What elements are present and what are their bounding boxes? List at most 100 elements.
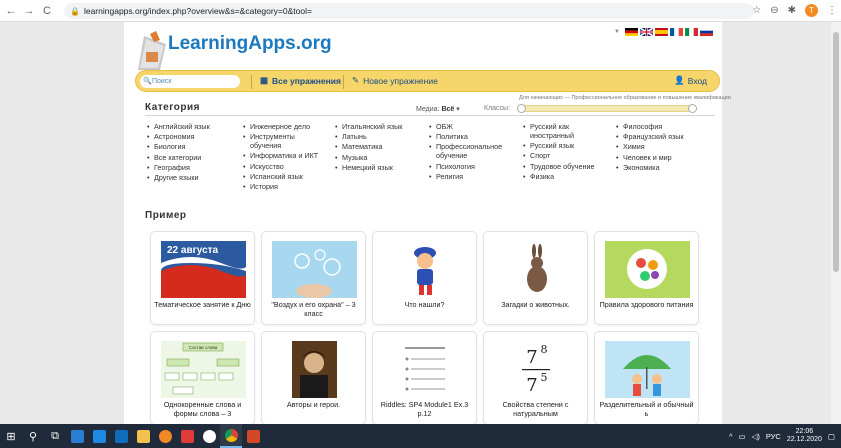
clock[interactable]: 22:06 22.12.2020	[787, 428, 822, 445]
category-link[interactable]: Астрономия	[147, 132, 239, 141]
dropdown-icon[interactable]: ▼	[614, 29, 620, 35]
slider-handle-max[interactable]	[688, 104, 697, 113]
category-link[interactable]: История	[243, 182, 335, 191]
flag-gb-icon[interactable]	[639, 28, 653, 36]
address-bar[interactable]: 🔒 learningapps.org/index.php?overview&s=…	[64, 3, 754, 19]
bookmark-star-icon[interactable]: ☆	[752, 5, 761, 16]
example-card[interactable]: "Воздух и его охрана" – 3 класс	[261, 231, 366, 325]
category-link[interactable]: Спорт	[523, 151, 613, 160]
example-card[interactable]: 7 8 7 5 Свойства степени с натуральным	[483, 331, 588, 425]
windows-start-icon[interactable]: ⊞	[0, 424, 22, 448]
example-card[interactable]: 22 августа Тематическое занятие к Дню	[150, 231, 255, 325]
category-link[interactable]: Инструменты обучения	[243, 132, 313, 150]
category-link[interactable]: Информатика и ИКТ	[243, 151, 335, 160]
network-icon[interactable]: ▭	[738, 432, 745, 441]
category-link[interactable]: Экономика	[616, 163, 716, 172]
category-link[interactable]: Испанский язык	[243, 172, 335, 181]
yandex-browser-icon[interactable]	[198, 424, 220, 448]
category-link[interactable]: Искусство	[243, 162, 335, 171]
category-link[interactable]: Русский язык	[523, 141, 613, 150]
store-icon[interactable]	[88, 424, 110, 448]
example-card[interactable]: Загадки о животных.	[483, 231, 588, 325]
category-link[interactable]: Профессиональное обучение	[429, 142, 514, 160]
windows-taskbar: ⊞ ⚲ ⧉ ^ ▭ ◁) РУС 22:06 22.12.2020 ▢	[0, 424, 841, 448]
divider	[145, 115, 715, 116]
menu-icon[interactable]: ⋮	[827, 5, 837, 16]
example-card[interactable]: Авторы и герои.	[261, 331, 366, 425]
card-title: Riddles: SP4 Module1 Ex.3 p.12	[380, 400, 469, 418]
category-link[interactable]: Религия	[429, 172, 517, 181]
example-card[interactable]: Правила здорового питания	[594, 231, 699, 325]
task-view-icon[interactable]: ⧉	[44, 424, 66, 448]
all-exercises-label: Все упражнения	[272, 75, 341, 86]
category-link[interactable]: Биология	[147, 142, 239, 151]
flag-fr-icon[interactable]	[669, 28, 683, 36]
explorer-folder-icon[interactable]	[132, 424, 154, 448]
language-indicator[interactable]: РУС	[766, 432, 781, 441]
app-orange-icon[interactable]	[154, 424, 176, 448]
flag-de-icon[interactable]	[624, 28, 638, 36]
category-link[interactable]: Английский язык	[147, 122, 239, 131]
notification-icon[interactable]: ▢	[828, 432, 835, 441]
category-link[interactable]: Трудовое обучение	[523, 162, 613, 171]
category-link[interactable]: Инженерное дело	[243, 122, 335, 131]
profile-avatar[interactable]: T	[805, 4, 818, 17]
app-red-icon[interactable]	[176, 424, 198, 448]
category-link[interactable]: Все категории	[147, 153, 239, 162]
back-button[interactable]: ←	[4, 4, 18, 18]
search-icon[interactable]: ⚲	[22, 424, 44, 448]
search-input[interactable]: 🔍 Поиск	[140, 75, 240, 88]
lock-icon: 🔒	[70, 6, 80, 16]
flag-ru-icon[interactable]	[699, 28, 713, 36]
new-exercise-link[interactable]: ✎ Новое упражнение	[352, 75, 438, 86]
category-link[interactable]: Французский язык	[616, 132, 716, 141]
example-card[interactable]: Состав слова Однокоренные слова и формы …	[150, 331, 255, 425]
category-link[interactable]: Человек и мир	[616, 153, 716, 162]
extensions-puzzle-icon[interactable]: ✱	[788, 5, 796, 16]
fraction-denominator-exponent: 5	[541, 371, 548, 384]
chrome-icon[interactable]	[220, 424, 242, 448]
example-card[interactable]: Что нашли?	[372, 231, 477, 325]
power-fraction-thumbnail: 7 8 7 5	[494, 341, 579, 398]
all-exercises-link[interactable]: ▦ Все упражнения	[260, 75, 341, 86]
mail-icon[interactable]	[110, 424, 132, 448]
category-link[interactable]: ОБЖ	[429, 122, 517, 131]
logo-text[interactable]: LearningApps.org	[168, 33, 332, 55]
example-card[interactable]: Riddles: SP4 Module1 Ex.3 p.12	[372, 331, 477, 425]
language-flags: ▼	[614, 28, 713, 36]
login-label: Вход	[687, 75, 707, 86]
volume-icon[interactable]: ◁)	[752, 432, 760, 441]
slider-handle-min[interactable]	[517, 104, 526, 113]
forward-button[interactable]: →	[22, 4, 36, 18]
category-link[interactable]: География	[147, 163, 239, 172]
category-link[interactable]: Другие языки	[147, 173, 239, 182]
extension-icon[interactable]: ⊖	[770, 5, 778, 16]
logo-icon[interactable]	[136, 30, 168, 72]
category-link[interactable]: Психология	[429, 162, 517, 171]
scrollbar[interactable]	[831, 22, 841, 424]
reload-button[interactable]: C	[40, 4, 54, 18]
flag-es-icon[interactable]	[654, 28, 668, 36]
scrollbar-thumb[interactable]	[833, 32, 839, 272]
flag-it-icon[interactable]	[684, 28, 698, 36]
level-slider[interactable]	[517, 104, 697, 113]
category-link[interactable]: Латынь	[335, 132, 425, 141]
category-link[interactable]: Химия	[616, 142, 716, 151]
category-link[interactable]: Итальянский язык	[335, 122, 425, 131]
category-link[interactable]: Философия	[616, 122, 716, 131]
category-column-1: Английский язык Астрономия Биология Все …	[147, 122, 239, 183]
category-link[interactable]: Политика	[429, 132, 517, 141]
edge-icon[interactable]	[66, 424, 88, 448]
category-link[interactable]: Физика	[523, 172, 613, 181]
category-link[interactable]: Русский как иностранный	[523, 122, 589, 140]
login-link[interactable]: 👤 Вход	[674, 75, 707, 86]
category-link[interactable]: Музыка	[335, 153, 425, 162]
example-card[interactable]: Разделительный и обычный ь	[594, 331, 699, 425]
media-filter[interactable]: Медиа: Всё ▾	[416, 105, 460, 113]
category-link[interactable]: Немецкий язык	[335, 163, 425, 172]
category-link[interactable]: Математика	[335, 142, 425, 151]
card-title: Свойства степени с натуральным	[502, 400, 569, 418]
portrait-thumbnail	[272, 341, 357, 398]
powerpoint-icon[interactable]	[242, 424, 264, 448]
chevron-up-icon[interactable]: ^	[729, 432, 733, 441]
